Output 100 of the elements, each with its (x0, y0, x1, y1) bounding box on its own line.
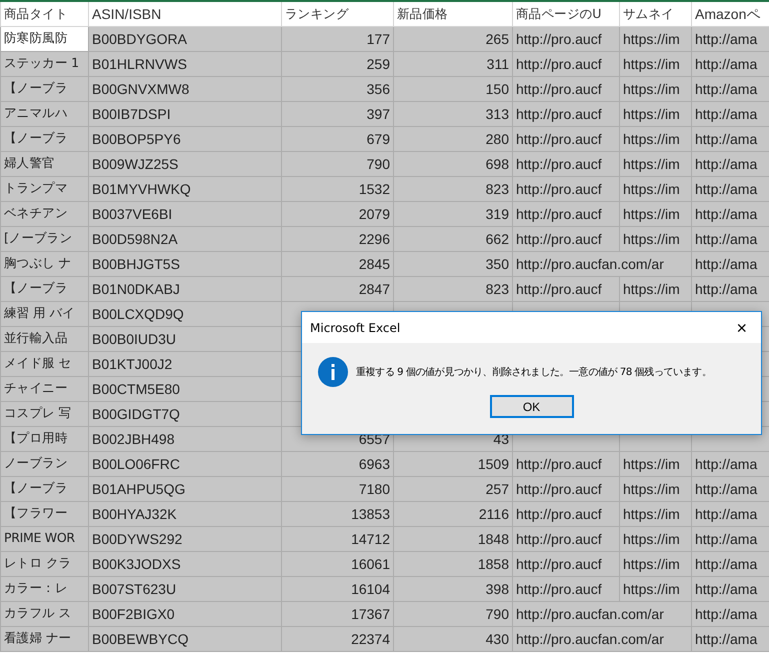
table-cell[interactable]: http://ama (692, 551, 769, 576)
table-cell[interactable]: https://im (620, 101, 692, 126)
table-cell[interactable]: 823 (394, 276, 512, 301)
table-cell[interactable]: http://pro.aucf (512, 176, 620, 201)
table-cell[interactable]: 胸つぶし ナ (0, 251, 88, 276)
table-cell[interactable]: http://ama (692, 26, 769, 51)
table-cell[interactable]: https://im (620, 151, 692, 176)
table-cell[interactable]: B00LO06FRC (88, 451, 282, 476)
table-cell[interactable]: 17367 (282, 601, 394, 626)
table-cell[interactable]: http://pro.aucf (512, 551, 620, 576)
table-cell[interactable]: B01MYVHWKQ (88, 176, 282, 201)
table-cell[interactable]: B00BDYGORA (88, 26, 282, 51)
table-cell[interactable]: http://pro.aucf (512, 201, 620, 226)
table-cell[interactable]: http://ama (692, 576, 769, 601)
table-cell[interactable]: 313 (394, 101, 512, 126)
table-cell[interactable]: http://ama (692, 601, 769, 626)
table-cell[interactable]: B00BHJGT5S (88, 251, 282, 276)
table-cell[interactable]: 790 (394, 601, 512, 626)
table-cell[interactable]: 265 (394, 26, 512, 51)
table-cell[interactable]: B00CTM5E80 (88, 376, 282, 401)
table-cell[interactable]: http://pro.aucf (512, 451, 620, 476)
table-cell[interactable]: 319 (394, 201, 512, 226)
table-cell[interactable]: 823 (394, 176, 512, 201)
table-cell[interactable]: http://pro.aucf (512, 51, 620, 76)
table-cell[interactable]: http://ama (692, 476, 769, 501)
table-cell[interactable]: B002JBH498 (88, 426, 282, 451)
table-cell[interactable]: 13853 (282, 501, 394, 526)
table-cell[interactable]: PRIME WOR (0, 526, 88, 551)
table-cell[interactable]: 看護婦 ナー (0, 626, 88, 651)
table-cell[interactable]: 1509 (394, 451, 512, 476)
table-cell[interactable]: http://pro.aucf (512, 226, 620, 251)
table-cell[interactable]: 662 (394, 226, 512, 251)
table-cell[interactable]: B00IB7DSPI (88, 101, 282, 126)
table-cell[interactable]: 【ノーブラ (0, 476, 88, 501)
table-cell[interactable]: チャイニー (0, 376, 88, 401)
table-cell[interactable]: 280 (394, 126, 512, 151)
table-cell[interactable]: ステッカー 1 (0, 51, 88, 76)
table-cell[interactable]: B01AHPU5QG (88, 476, 282, 501)
table-cell[interactable]: コスプレ 写 (0, 401, 88, 426)
table-cell[interactable]: http://pro.aucf (512, 276, 620, 301)
table-cell[interactable]: http://pro.aucf (512, 526, 620, 551)
table-cell[interactable]: ノーブラン (0, 451, 88, 476)
table-cell[interactable]: 2847 (282, 276, 394, 301)
table-cell[interactable]: https://im (620, 551, 692, 576)
table-cell[interactable]: https://im (620, 176, 692, 201)
table-cell[interactable]: http://ama (692, 626, 769, 651)
table-cell[interactable]: 7180 (282, 476, 394, 501)
table-cell[interactable]: http://ama (692, 226, 769, 251)
table-cell[interactable]: http://pro.aucf (512, 26, 620, 51)
table-cell[interactable]: メイド服 セ (0, 351, 88, 376)
table-cell[interactable]: 698 (394, 151, 512, 176)
table-cell[interactable]: http://ama (692, 176, 769, 201)
table-cell[interactable]: 16104 (282, 576, 394, 601)
table-cell[interactable]: 397 (282, 101, 394, 126)
table-cell[interactable]: 257 (394, 476, 512, 501)
table-cell[interactable]: https://im (620, 276, 692, 301)
table-cell[interactable]: https://im (620, 51, 692, 76)
table-cell[interactable]: B00DYWS292 (88, 526, 282, 551)
table-cell[interactable]: http://ama (692, 201, 769, 226)
table-cell[interactable]: https://im (620, 501, 692, 526)
table-cell[interactable]: http://ama (692, 126, 769, 151)
table-cell[interactable]: トランプマ (0, 176, 88, 201)
table-cell[interactable]: 【フラワー (0, 501, 88, 526)
table-cell[interactable]: https://im (620, 126, 692, 151)
table-cell[interactable]: 婦人警官 (0, 151, 88, 176)
table-cell[interactable]: 14712 (282, 526, 394, 551)
table-cell[interactable]: 1858 (394, 551, 512, 576)
table-cell[interactable]: http://ama (692, 526, 769, 551)
table-cell[interactable]: 311 (394, 51, 512, 76)
table-cell[interactable]: http://ama (692, 76, 769, 101)
table-cell[interactable]: http://pro.aucf (512, 576, 620, 601)
table-cell[interactable]: [ノーブラン (0, 226, 88, 251)
table-cell[interactable]: 150 (394, 76, 512, 101)
table-cell[interactable]: 2116 (394, 501, 512, 526)
table-cell[interactable]: B01KTJ00J2 (88, 351, 282, 376)
table-cell[interactable]: ベネチアン (0, 201, 88, 226)
table-cell[interactable]: B00BEWBYCQ (88, 626, 282, 651)
table-cell[interactable]: 【ノーブラ (0, 76, 88, 101)
table-cell[interactable]: B00D598N2A (88, 226, 282, 251)
table-cell[interactable]: http://ama (692, 51, 769, 76)
table-cell[interactable]: 2079 (282, 201, 394, 226)
table-cell[interactable]: B00B0IUD3U (88, 326, 282, 351)
table-cell[interactable]: https://im (620, 451, 692, 476)
table-cell[interactable]: B00BOP5PY6 (88, 126, 282, 151)
table-cell[interactable]: http://ama (692, 101, 769, 126)
table-cell[interactable]: 練習 用 バイ (0, 301, 88, 326)
table-cell[interactable]: http://ama (692, 451, 769, 476)
table-cell[interactable]: http://ama (692, 251, 769, 276)
table-cell[interactable]: http://ama (692, 151, 769, 176)
table-cell[interactable]: http://pro.aucf (512, 101, 620, 126)
table-cell[interactable]: 430 (394, 626, 512, 651)
table-cell[interactable]: http://pro.aucfan.com/ar (512, 626, 692, 651)
table-cell[interactable]: 防寒防風防 (0, 26, 88, 51)
table-cell[interactable]: https://im (620, 576, 692, 601)
table-cell[interactable]: https://im (620, 201, 692, 226)
table-cell[interactable]: B007ST623U (88, 576, 282, 601)
ok-button[interactable]: OK (490, 395, 574, 418)
table-cell[interactable]: 22374 (282, 626, 394, 651)
table-cell[interactable]: B00F2BIGX0 (88, 601, 282, 626)
table-cell[interactable]: 2296 (282, 226, 394, 251)
